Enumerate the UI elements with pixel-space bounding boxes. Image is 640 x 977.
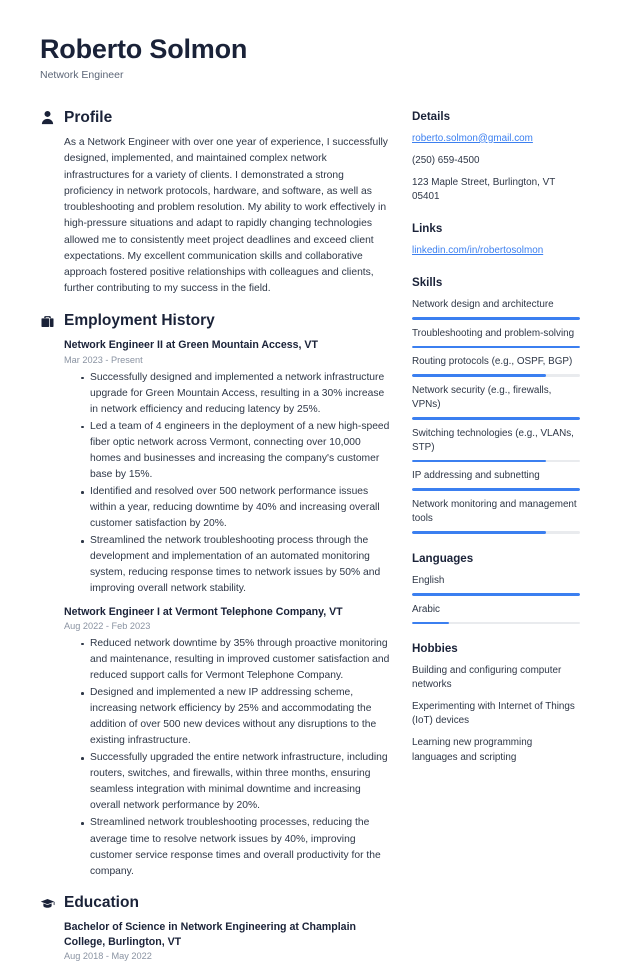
hobby-item: Experimenting with Internet of Things (I… (412, 700, 580, 728)
language-item: English (412, 574, 580, 596)
skill-meter-fill (412, 346, 580, 349)
language-meter-fill (412, 622, 449, 625)
profile-body: As a Network Engineer with over one year… (40, 135, 390, 298)
skill-meter-fill (412, 531, 546, 534)
language-meter-track (412, 622, 580, 625)
employment-entry-date: Mar 2023 - Present (64, 354, 390, 367)
language-label: English (412, 574, 580, 588)
skill-item: Network design and architecture (412, 298, 580, 320)
main-column: Profile As a Network Engineer with over … (40, 109, 412, 977)
employment-body: Network Engineer II at Green Mountain Ac… (40, 338, 390, 879)
briefcase-icon (40, 314, 55, 329)
skill-label: Routing protocols (e.g., OSPF, BGP) (412, 355, 580, 369)
employment-entry-date: Aug 2022 - Feb 2023 (64, 620, 390, 633)
language-meter-fill (412, 593, 580, 596)
employment-bullet: Successfully upgraded the entire network… (81, 750, 390, 814)
languages-block: Languages English Arabic (412, 551, 580, 624)
education-entry: Bachelor of Science in Network Engineeri… (64, 920, 390, 963)
education-section-head: Education (40, 894, 390, 913)
skill-label: Troubleshooting and problem-solving (412, 327, 580, 341)
skill-meter-track (412, 460, 580, 463)
skills-block: Skills Network design and architecture T… (412, 275, 580, 534)
links-title: Links (412, 221, 580, 236)
resume-page: Roberto Solmon Network Engineer Profile (0, 0, 640, 905)
profile-text: As a Network Engineer with over one year… (64, 135, 390, 298)
employment-bullet: Successfully designed and implemented a … (81, 370, 390, 418)
employment-bullets: Successfully designed and implemented a … (64, 370, 390, 598)
skill-item: Network monitoring and management tools (412, 498, 580, 534)
skill-meter-fill (412, 374, 546, 377)
hobby-item: Learning new programming languages and s… (412, 736, 580, 764)
skill-meter-track (412, 488, 580, 491)
education-body: Bachelor of Science in Network Engineeri… (40, 920, 390, 963)
phone-text: (250) 659-4500 (412, 154, 580, 168)
education-entry-title: Bachelor of Science in Network Engineeri… (64, 920, 390, 949)
language-meter-track (412, 593, 580, 596)
profile-section-head: Profile (40, 109, 390, 128)
employment-entry: Network Engineer II at Green Mountain Ac… (64, 338, 390, 597)
employment-bullet: Designed and implemented a new IP addres… (81, 685, 390, 749)
employment-bullet: Identified and resolved over 500 network… (81, 484, 390, 532)
employment-bullet: Streamlined network troubleshooting proc… (81, 815, 390, 879)
employment-entry: Network Engineer I at Vermont Telephone … (64, 605, 390, 880)
profile-section: Profile As a Network Engineer with over … (40, 109, 390, 298)
skill-meter-fill (412, 417, 580, 420)
skill-meter-fill (412, 460, 546, 463)
skill-label: Network monitoring and management tools (412, 498, 580, 526)
employment-bullet: Led a team of 4 engineers in the deploym… (81, 419, 390, 483)
skill-label: Network design and architecture (412, 298, 580, 312)
skill-item: Routing protocols (e.g., OSPF, BGP) (412, 355, 580, 377)
skill-meter-track (412, 346, 580, 349)
employment-section-title: Employment History (64, 312, 215, 331)
skill-meter-track (412, 317, 580, 320)
details-block: Details roberto.solmon@gmail.com (250) 6… (412, 109, 580, 204)
candidate-job-title: Network Engineer (40, 69, 600, 83)
skill-meter-fill (412, 488, 580, 491)
language-item: Arabic (412, 603, 580, 625)
employment-entry-title: Network Engineer I at Vermont Telephone … (64, 605, 390, 619)
skill-meter-track (412, 417, 580, 420)
skill-label: Network security (e.g., firewalls, VPNs) (412, 384, 580, 412)
hobbies-block: Hobbies Building and configuring compute… (412, 641, 580, 764)
user-icon (40, 110, 55, 125)
employment-bullets: Reduced network downtime by 35% through … (64, 636, 390, 880)
education-section: Education Bachelor of Science in Network… (40, 894, 390, 963)
graduation-cap-icon (40, 896, 55, 911)
skill-item: IP addressing and subnetting (412, 469, 580, 491)
skill-meter-track (412, 374, 580, 377)
employment-entry-title: Network Engineer II at Green Mountain Ac… (64, 338, 390, 352)
skill-label: IP addressing and subnetting (412, 469, 580, 483)
skill-item: Troubleshooting and problem-solving (412, 327, 580, 349)
profile-section-title: Profile (64, 109, 112, 128)
skill-meter-track (412, 531, 580, 534)
hobbies-title: Hobbies (412, 641, 580, 656)
employment-bullet: Reduced network downtime by 35% through … (81, 636, 390, 684)
languages-title: Languages (412, 551, 580, 566)
language-label: Arabic (412, 603, 580, 617)
employment-section-head: Employment History (40, 312, 390, 331)
email-link[interactable]: roberto.solmon@gmail.com (412, 132, 580, 146)
employment-bullet: Streamlined the network troubleshooting … (81, 533, 390, 597)
candidate-name: Roberto Solmon (40, 34, 600, 66)
skill-item: Network security (e.g., firewalls, VPNs) (412, 384, 580, 420)
address-text: 123 Maple Street, Burlington, VT 05401 (412, 176, 580, 204)
resume-header: Roberto Solmon Network Engineer (40, 34, 600, 83)
education-entry-date: Aug 2018 - May 2022 (64, 950, 390, 963)
education-section-title: Education (64, 894, 139, 913)
skill-meter-fill (412, 317, 580, 320)
links-block: Links linkedin.com/in/robertosolmon (412, 221, 580, 258)
details-title: Details (412, 109, 580, 124)
skills-title: Skills (412, 275, 580, 290)
employment-section: Employment History Network Engineer II a… (40, 312, 390, 880)
hobby-item: Building and configuring computer networ… (412, 664, 580, 692)
skill-label: Switching technologies (e.g., VLANs, STP… (412, 427, 580, 455)
skill-item: Switching technologies (e.g., VLANs, STP… (412, 427, 580, 463)
sidebar-column: Details roberto.solmon@gmail.com (250) 6… (412, 109, 580, 782)
linkedin-link[interactable]: linkedin.com/in/robertosolmon (412, 244, 580, 258)
resume-columns: Profile As a Network Engineer with over … (40, 109, 600, 977)
